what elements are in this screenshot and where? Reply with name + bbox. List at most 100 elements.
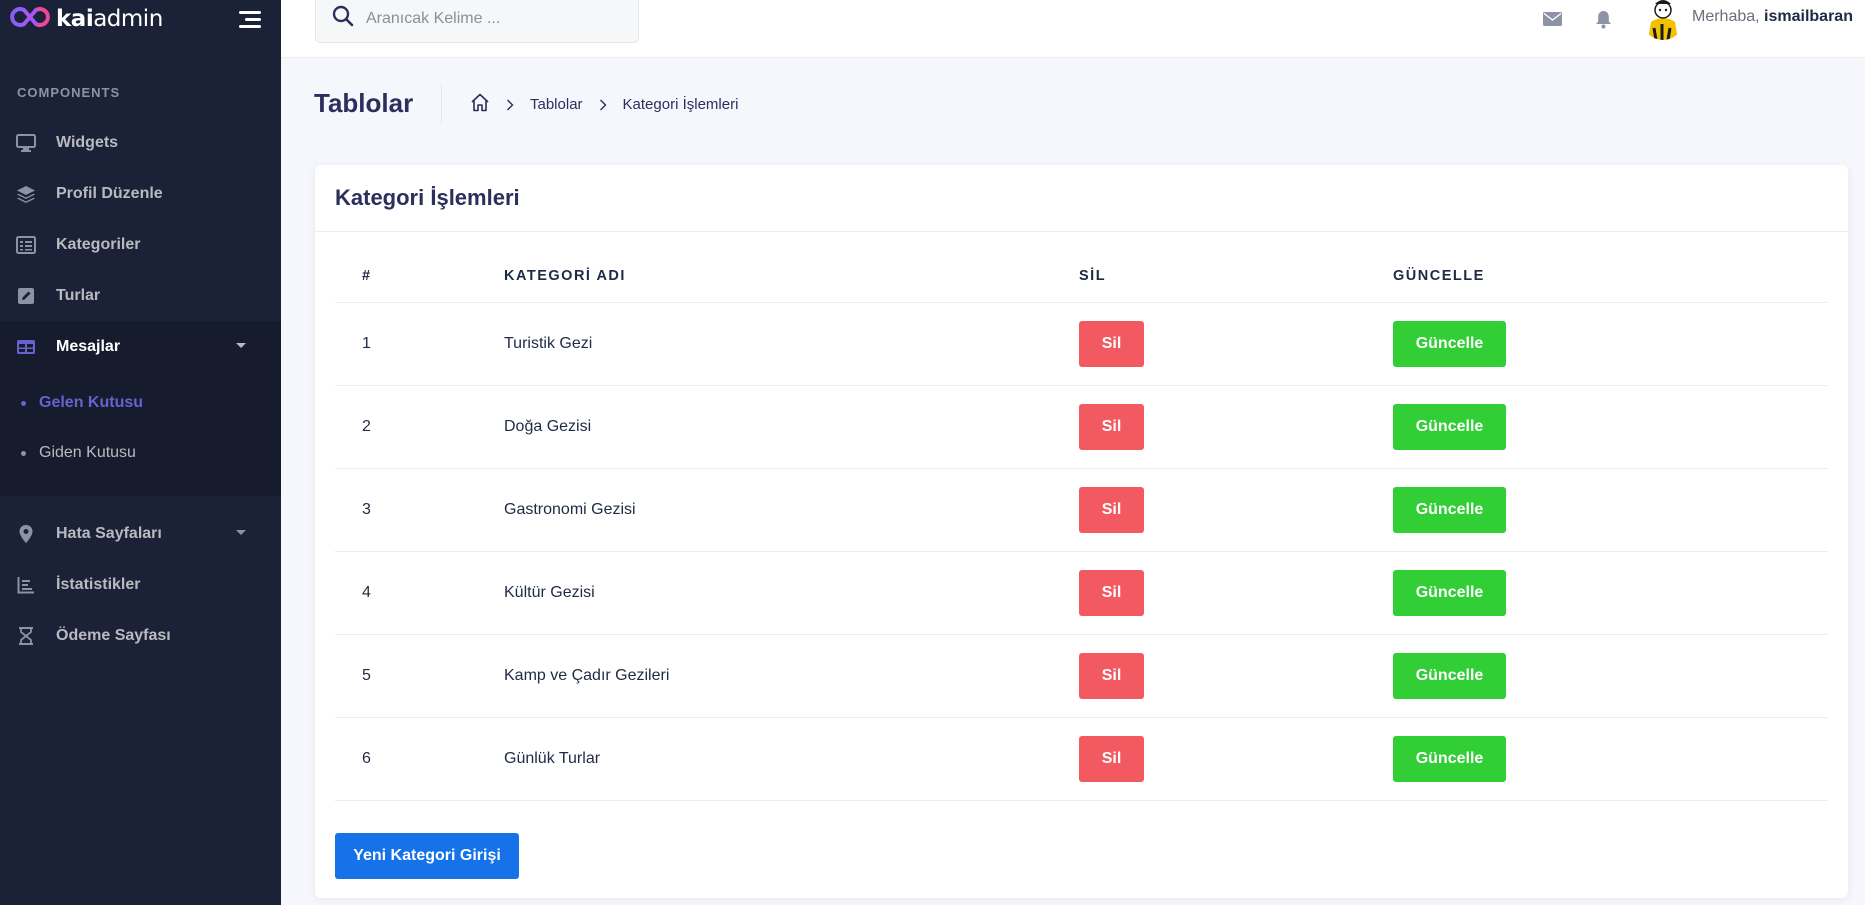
sidebar-nav: Widgets Profil Düzenle Kategoriler Turla… [0,117,281,496]
chart-icon [15,574,37,596]
caret-down-icon [236,530,246,535]
search-icon[interactable] [332,5,354,32]
breadcrumb-item[interactable]: Kategori İşlemleri [623,96,739,113]
table-row: 6 Günlük Turlar Sil Güncelle [335,717,1828,801]
sidebar-section-title: COMPONENTS [17,85,121,100]
update-button[interactable]: Güncelle [1393,569,1506,616]
hourglass-icon [15,625,37,647]
sidebar-item-label: Profil Düzenle [56,184,163,202]
category-card: Kategori İşlemleri # KATEGORİ ADI SİL GÜ… [315,165,1848,898]
page-title: Tablolar [314,88,414,118]
column-header: # [335,268,504,303]
logo-bar: kaiadmin [0,0,281,38]
bullet-icon [21,400,26,406]
map-marker-icon [15,523,37,545]
card-header: Kategori İşlemleri [315,165,1848,232]
desktop-icon [15,132,37,154]
envelope-icon[interactable] [1541,8,1563,30]
sidebar-item-label: Kategoriler [56,235,141,253]
sidebar-item-label: Ödeme Sayfası [56,626,171,644]
sidebar: kaiadmin COMPONENTS Widgets Profil Düzen… [0,0,281,905]
table-row: 3 Gastronomi Gezisi Sil Güncelle [335,468,1828,552]
row-id: 3 [335,468,504,552]
new-category-button[interactable]: Yeni Kategori Girişi [335,833,519,879]
row-id: 6 [335,717,504,801]
sidebar-item-label: Hata Sayfaları [56,524,162,542]
submenu-item-label: Giden Kutusu [39,444,136,461]
card-title: Kategori İşlemleri [335,185,520,210]
update-button[interactable]: Güncelle [1393,320,1506,367]
delete-button[interactable]: Sil [1079,320,1144,367]
sidebar-item-label: Turlar [56,286,101,304]
user-profile[interactable]: Merhaba, ismailbaran [1642,0,1853,40]
sidebar-item-mesajlar[interactable]: Mesajlar [0,321,281,372]
menu-toggle-icon[interactable] [239,10,261,28]
sidebar-item-turlar[interactable]: Turlar [0,270,281,321]
submenu-mesajlar: Gelen Kutusu Giden Kutusu [0,372,281,496]
delete-button[interactable]: Sil [1079,486,1144,533]
table-header-row: # KATEGORİ ADI SİL GÜNCELLE [335,268,1828,303]
sidebar-item-label: Widgets [56,133,119,151]
submenu-item-gelen-kutusu[interactable]: Gelen Kutusu [0,378,281,428]
table-icon [15,336,37,358]
category-name: Kamp ve Çadır Gezileri [504,634,1079,718]
delete-button[interactable]: Sil [1079,403,1144,450]
column-header: SİL [1079,268,1393,303]
update-button[interactable]: Güncelle [1393,403,1506,450]
delete-button[interactable]: Sil [1079,735,1144,782]
sidebar-item-label: Mesajlar [56,337,121,355]
table-row: 4 Kültür Gezisi Sil Güncelle [335,551,1828,635]
category-name: Kültür Gezisi [504,551,1079,635]
logo-text: kaiadmin [56,6,163,32]
sidebar-item-hata-sayfalari[interactable]: Hata Sayfaları [0,508,281,559]
submenu-item-giden-kutusu[interactable]: Giden Kutusu [0,428,281,478]
table-row: 5 Kamp ve Çadır Gezileri Sil Güncelle [335,634,1828,718]
category-table: # KATEGORİ ADI SİL GÜNCELLE 1 Turistik G… [335,268,1828,801]
bullet-icon [21,450,26,456]
breadcrumb-item[interactable]: Tablolar [530,96,583,113]
sidebar-item-istatistikler[interactable]: İstatistikler [0,559,281,610]
search-input[interactable] [366,9,626,28]
delete-button[interactable]: Sil [1079,652,1144,699]
delete-button[interactable]: Sil [1079,569,1144,616]
sidebar-item-profil-duzenle[interactable]: Profil Düzenle [0,168,281,219]
column-header: KATEGORİ ADI [504,268,1079,303]
update-button[interactable]: Güncelle [1393,486,1506,533]
submenu-item-label: Gelen Kutusu [39,394,144,411]
pen-square-icon [15,285,37,307]
table-row: 1 Turistik Gezi Sil Güncelle [335,302,1828,386]
sidebar-item-kategoriler[interactable]: Kategoriler [0,219,281,270]
home-icon[interactable] [470,93,490,116]
category-name: Gastronomi Gezisi [504,468,1079,552]
sidebar-item-label: İstatistikler [56,575,141,593]
category-name: Turistik Gezi [504,302,1079,386]
category-name: Doğa Gezisi [504,385,1079,469]
avatar [1642,0,1684,40]
chevron-right-icon [506,99,514,111]
layers-icon [15,183,37,205]
search-box [315,0,639,43]
row-id: 5 [335,634,504,718]
row-id: 2 [335,385,504,469]
sidebar-item-widgets[interactable]: Widgets [0,117,281,168]
username: ismailbaran [1764,8,1853,25]
row-id: 1 [335,302,504,386]
category-name: Günlük Turlar [504,717,1079,801]
caret-down-icon [236,343,246,348]
update-button[interactable]: Güncelle [1393,652,1506,699]
breadcrumb: Tablolar Kategori İşlemleri [470,93,738,116]
list-table-icon [15,234,37,256]
sidebar-item-odeme-sayfasi[interactable]: Ödeme Sayfası [0,610,281,661]
chevron-right-icon [599,99,607,111]
topbar: Merhaba, ismailbaran [281,0,1865,58]
row-id: 4 [335,551,504,635]
logo[interactable]: kaiadmin [10,6,163,33]
table-row: 2 Doğa Gezisi Sil Güncelle [335,385,1828,469]
greeting-text: Merhaba, ismailbaran [1692,8,1853,25]
update-button[interactable]: Güncelle [1393,735,1506,782]
logo-icon [10,6,50,33]
sidebar-nav-secondary: Hata Sayfaları İstatistikler Ödeme Sayfa… [0,508,281,661]
column-header: GÜNCELLE [1393,268,1828,303]
bell-icon[interactable] [1592,8,1614,30]
header-divider [441,84,442,124]
